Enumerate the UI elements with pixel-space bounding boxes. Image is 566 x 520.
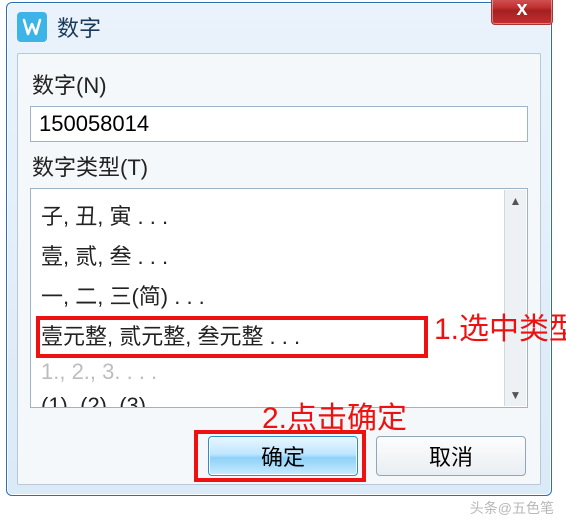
close-button[interactable]: x xyxy=(491,0,553,25)
button-row: 确定 取消 xyxy=(208,436,526,476)
type-listbox-container: 子, 丑, 寅 . . . 壹, 贰, 叁 . . . 一, 二, 三(简) .… xyxy=(30,188,528,408)
ok-button[interactable]: 确定 xyxy=(208,436,358,476)
list-item[interactable]: 1., 2., 3. . . . xyxy=(39,355,501,389)
watermark: 头条@五色笔 xyxy=(470,498,554,518)
list-item[interactable]: 壹, 贰, 叁 . . . xyxy=(39,235,501,275)
scroll-up-icon[interactable]: ▲ xyxy=(505,190,526,212)
dialog-client-area: 数字(N) 数字类型(T) 子, 丑, 寅 . . . 壹, 贰, 叁 . . … xyxy=(17,53,541,485)
ok-button-label: 确定 xyxy=(261,440,305,472)
app-icon xyxy=(17,12,47,42)
list-item[interactable]: 壹元整, 贰元整, 叁元整 . . . xyxy=(39,315,501,355)
list-item[interactable]: 一, 二, 三(简) . . . xyxy=(39,275,501,315)
titlebar[interactable]: 数字 x xyxy=(7,3,551,51)
scrollbar[interactable]: ▲ ▼ xyxy=(504,190,526,406)
cancel-button[interactable]: 取消 xyxy=(376,436,526,476)
type-listbox[interactable]: 子, 丑, 寅 . . . 壹, 贰, 叁 . . . 一, 二, 三(简) .… xyxy=(30,188,528,408)
dialog-window: 数字 x 数字(N) 数字类型(T) 子, 丑, 寅 . . . 壹, 贰, 叁… xyxy=(6,2,552,496)
close-icon: x xyxy=(516,0,527,21)
number-input[interactable] xyxy=(30,106,528,142)
list-item[interactable]: (1), (2), (3) . . . xyxy=(39,389,501,408)
list-item[interactable]: 子, 丑, 寅 . . . xyxy=(39,195,501,235)
type-label: 数字类型(T) xyxy=(32,150,528,182)
number-label: 数字(N) xyxy=(32,68,528,100)
dialog-title: 数字 xyxy=(57,11,101,43)
scroll-down-icon[interactable]: ▼ xyxy=(505,384,526,406)
cancel-button-label: 取消 xyxy=(429,440,473,472)
